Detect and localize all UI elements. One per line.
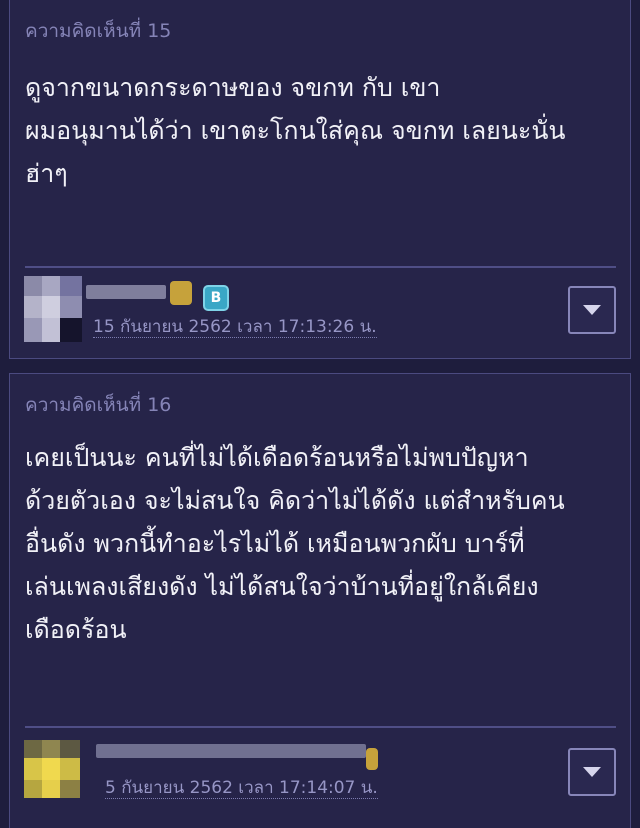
divider xyxy=(25,266,616,268)
chevron-down-icon xyxy=(583,305,601,315)
comment-number: ความคิดเห็นที่ 15 xyxy=(25,20,172,42)
chevron-down-icon xyxy=(583,767,601,777)
divider xyxy=(25,726,616,728)
comment-card: ความคิดเห็นที่ 15 ดูจากขนาดกระดาษของ จขก… xyxy=(9,0,631,359)
comment-card: ความคิดเห็นที่ 16 เคยเป็นนะ คนที่ไม่ได้เ… xyxy=(9,373,631,828)
avatar[interactable] xyxy=(24,740,80,798)
avatar[interactable] xyxy=(24,276,82,342)
username-blurred[interactable] xyxy=(86,285,166,299)
member-badge-icon: B xyxy=(203,285,229,311)
comment-date[interactable]: 15 กันยายน 2562 เวลา 17:13:26 น. xyxy=(93,317,377,338)
medal-icon xyxy=(170,281,192,305)
comment-menu-button[interactable] xyxy=(568,748,616,796)
comment-number: ความคิดเห็นที่ 16 xyxy=(25,394,172,416)
comment-date[interactable]: 5 กันยายน 2562 เวลา 17:14:07 น. xyxy=(105,778,378,799)
medal-icon xyxy=(366,748,378,770)
username-blurred[interactable] xyxy=(96,744,366,758)
comment-body: ดูจากขนาดกระดาษของ จขกท กับ เขา ผมอนุมาน… xyxy=(25,73,566,188)
comment-body: เคยเป็นนะ คนที่ไม่ได้เดือดร้อนหรือไม่พบป… xyxy=(25,443,565,644)
comment-menu-button[interactable] xyxy=(568,286,616,334)
